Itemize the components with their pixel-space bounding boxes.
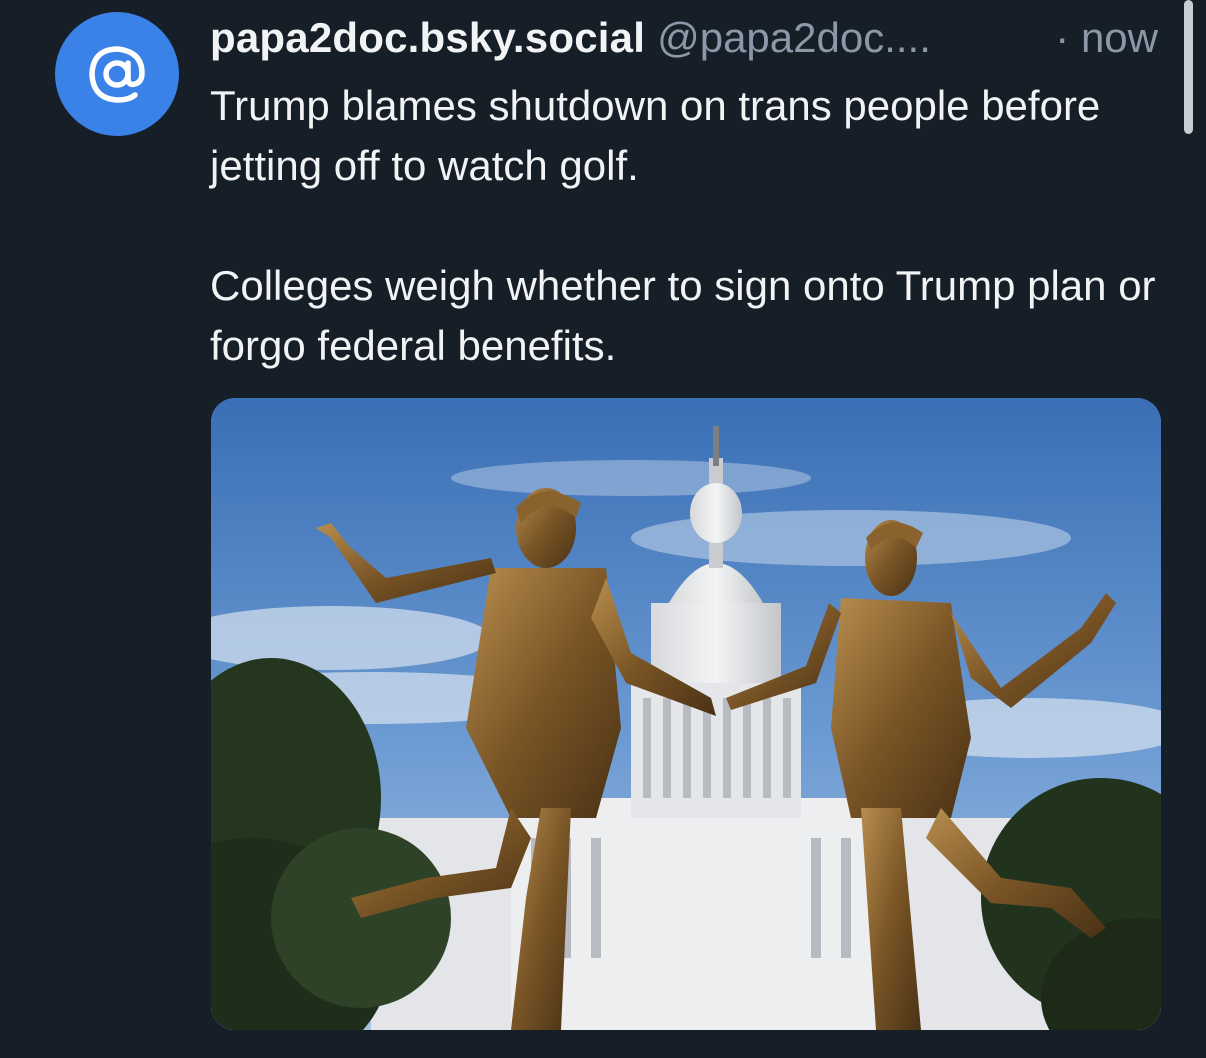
user-handle[interactable]: @papa2doc.... (657, 10, 931, 66)
bronze-statue-photo (211, 398, 1161, 1030)
post-text: Trump blames shutdown on trans people be… (210, 76, 1160, 376)
at-sign-icon (89, 46, 145, 103)
scrollbar-thumb[interactable] (1184, 0, 1193, 134)
post-paragraph: Trump blames shutdown on trans people be… (210, 82, 1101, 189)
post-timestamp[interactable]: · now (1055, 10, 1158, 66)
post-paragraph: Colleges weigh whether to sign onto Trum… (210, 262, 1156, 369)
avatar[interactable] (55, 12, 179, 136)
post-image[interactable] (211, 398, 1161, 1030)
post-card[interactable]: papa2doc.bsky.social @papa2doc.... · now… (0, 0, 1206, 1058)
display-name[interactable]: papa2doc.bsky.social (210, 10, 645, 66)
post-header: papa2doc.bsky.social @papa2doc.... · now (210, 10, 1158, 66)
